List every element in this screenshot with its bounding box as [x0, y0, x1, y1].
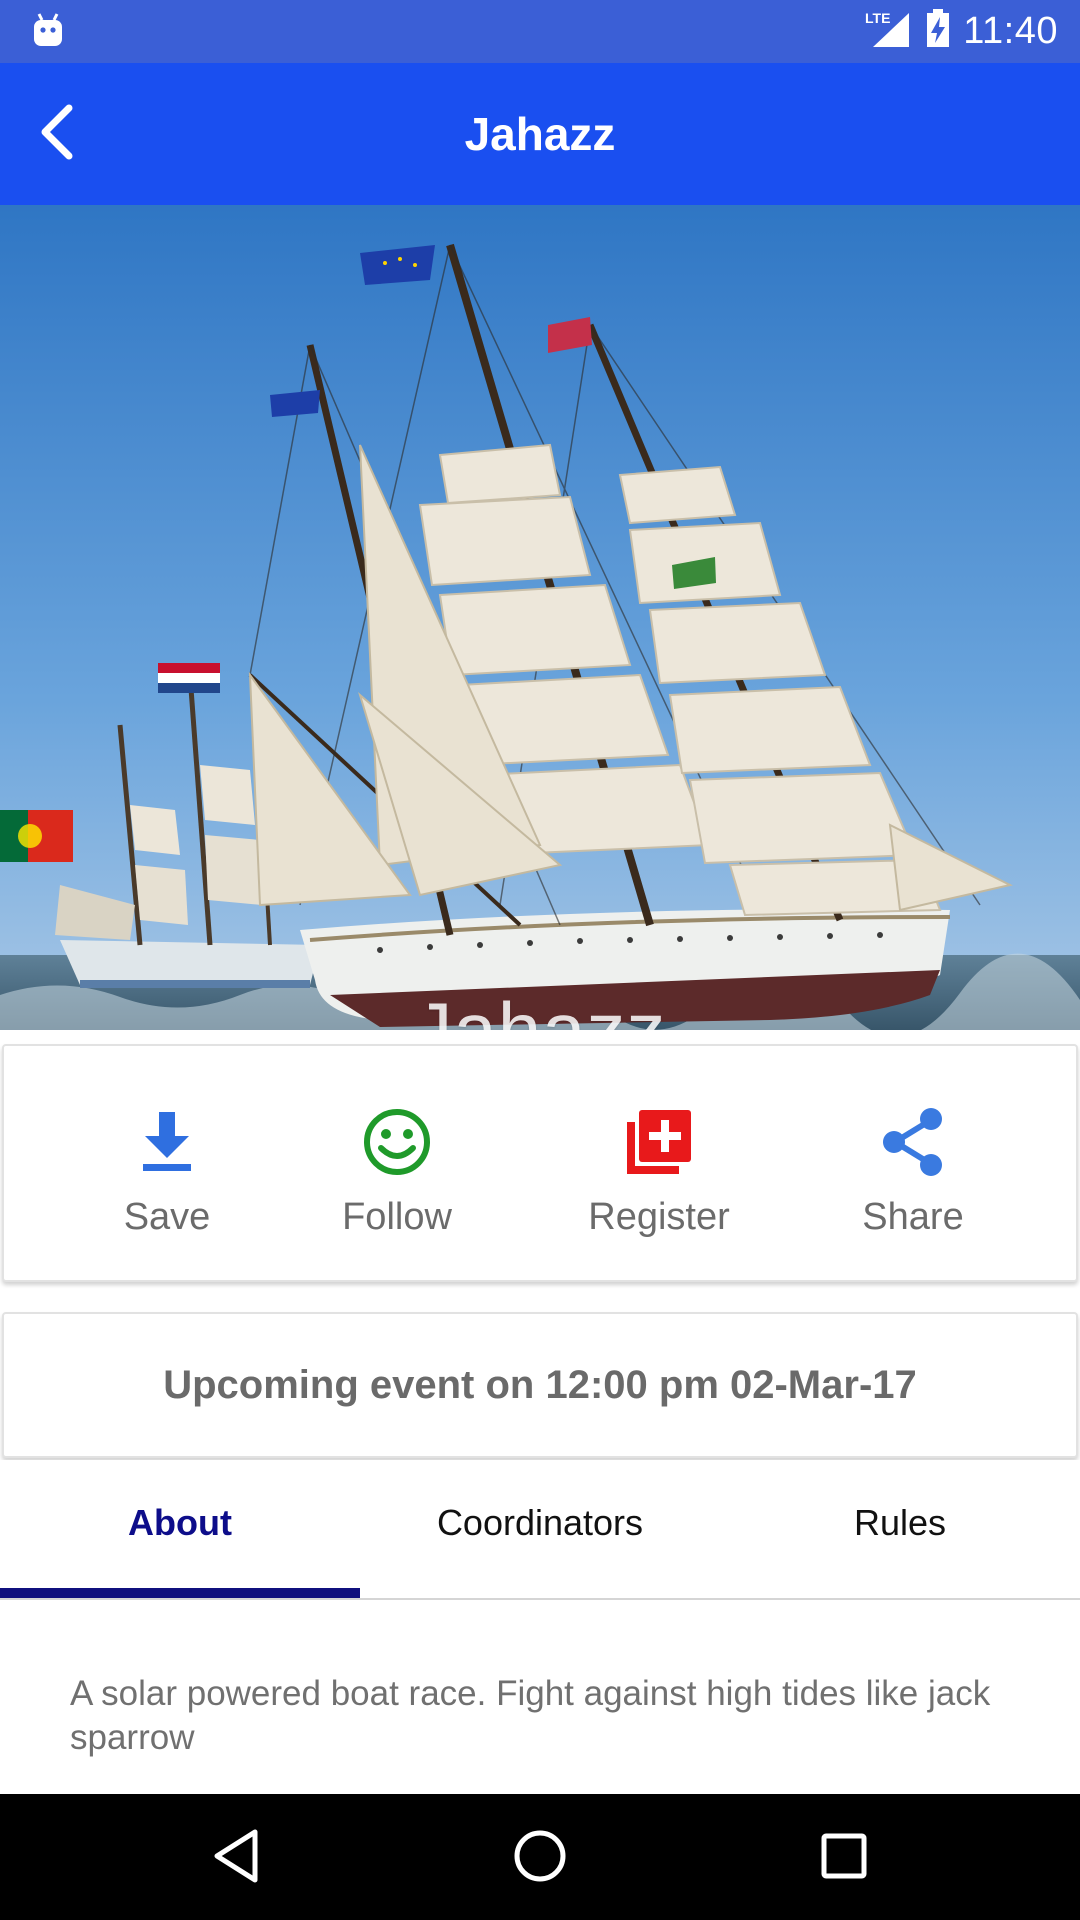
share-button[interactable]: Share — [788, 1046, 1038, 1284]
smiley-icon — [363, 1106, 431, 1178]
system-nav-bar — [0, 1794, 1080, 1920]
actions-card: Save Follow Register Share — [2, 1044, 1078, 1282]
page-title: Jahazz — [464, 108, 616, 160]
follow-button[interactable]: Follow — [272, 1046, 522, 1284]
nav-recents-button[interactable] — [804, 1818, 884, 1898]
recents-square-icon — [819, 1831, 869, 1886]
register-button[interactable]: Register — [534, 1046, 784, 1284]
app-bar: Jahazz — [0, 63, 1080, 205]
tab-coordinators[interactable]: Coordinators — [360, 1460, 720, 1600]
svg-text:LTE: LTE — [865, 10, 890, 26]
hero-image: Jahazz — [0, 205, 1080, 1030]
tab-bar: About Coordinators Rules — [0, 1460, 1080, 1600]
tab-divider — [0, 1598, 1080, 1600]
save-button[interactable]: Save — [42, 1046, 292, 1284]
battery-charging-icon — [925, 9, 951, 54]
tall-ship-illustration — [0, 205, 1080, 1030]
hero-title: Jahazz — [413, 986, 667, 1030]
save-label: Save — [123, 1196, 211, 1238]
add-to-list-icon — [625, 1106, 693, 1178]
active-tab-indicator — [0, 1588, 360, 1598]
android-icon — [32, 12, 64, 53]
tab-about[interactable]: About — [0, 1460, 360, 1600]
share-icon — [881, 1106, 945, 1178]
status-bar: LTE 11:40 — [0, 0, 1080, 63]
upcoming-event-card: Upcoming event on 12:00 pm 02-Mar-17 — [2, 1312, 1078, 1458]
nav-back-button[interactable] — [196, 1818, 276, 1898]
home-circle-icon — [512, 1828, 568, 1889]
register-label: Register — [588, 1196, 730, 1238]
share-label: Share — [862, 1196, 964, 1238]
lte-signal-icon: LTE — [865, 9, 913, 54]
status-time: 11:40 — [963, 10, 1058, 52]
nav-home-button[interactable] — [500, 1818, 580, 1898]
tab-rules[interactable]: Rules — [720, 1460, 1080, 1600]
back-triangle-icon — [211, 1828, 261, 1889]
follow-label: Follow — [342, 1196, 452, 1238]
download-icon — [141, 1106, 193, 1178]
about-description: A solar powered boat race. Fight against… — [70, 1674, 991, 1757]
